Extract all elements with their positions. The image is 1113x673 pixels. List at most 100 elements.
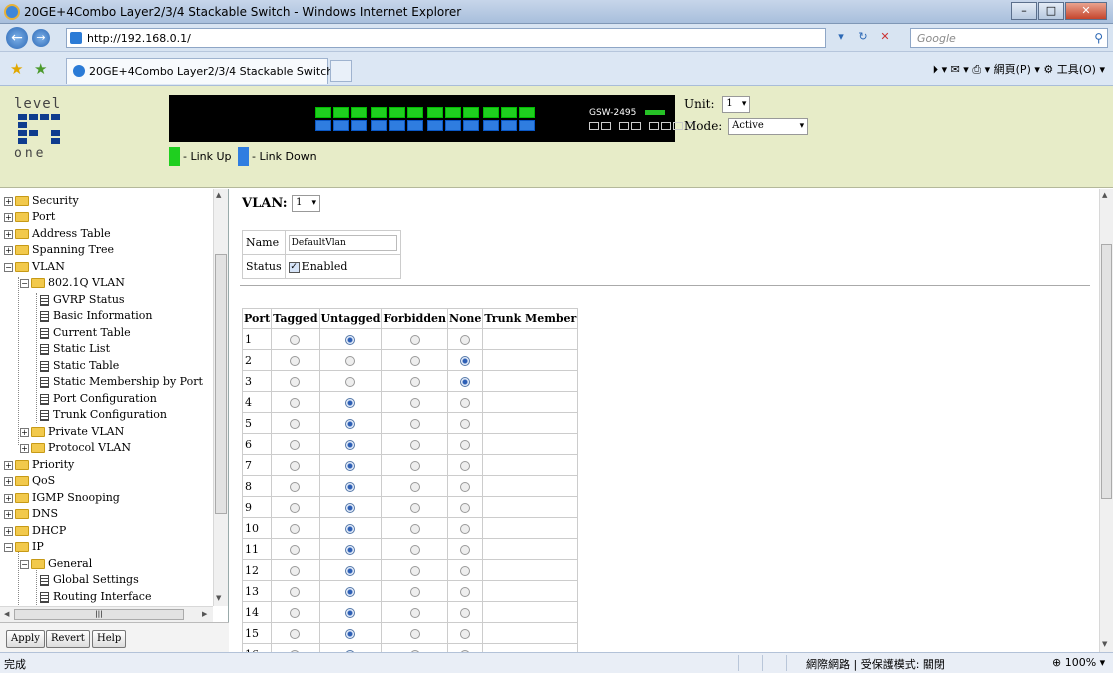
scroll-down-icon[interactable]: ▼ <box>216 594 221 602</box>
search-icon[interactable]: ⚲ <box>1094 31 1103 45</box>
security-zone[interactable]: 網際網路 | 受保護模式: 關閉 <box>806 656 945 672</box>
tagged-radio[interactable] <box>290 376 301 387</box>
tree-item-priority[interactable]: + Priority <box>4 457 74 473</box>
dropdown-icon[interactable]: ▾ <box>832 28 850 46</box>
tagged-radio[interactable] <box>290 565 301 576</box>
tagged-radio[interactable] <box>290 523 301 534</box>
vlan-name-input[interactable]: DefaultVlan <box>288 234 397 251</box>
forbidden-radio[interactable] <box>409 397 420 408</box>
none-radio[interactable] <box>460 544 471 555</box>
forbidden-radio[interactable] <box>409 502 420 513</box>
tree-item-dhcp[interactable]: + DHCP <box>4 523 66 539</box>
forbidden-radio[interactable] <box>409 586 420 597</box>
untagged-radio[interactable] <box>345 439 356 450</box>
forward-button[interactable]: → <box>32 29 50 47</box>
tree-item-ip[interactable]: − IP <box>4 539 44 555</box>
tagged-radio[interactable] <box>290 397 301 408</box>
tagged-radio[interactable] <box>290 628 301 639</box>
none-radio[interactable] <box>460 628 471 639</box>
tree-item-static-list[interactable]: Static List <box>40 341 110 357</box>
tree-horizontal-scrollbar[interactable]: ◀ ||| ▶ <box>0 606 213 622</box>
untagged-radio[interactable] <box>345 376 356 387</box>
favorites-star-icon[interactable]: ★ <box>10 60 23 78</box>
tab-switch[interactable]: 20GE+4Combo Layer2/3/4 Stackable Switch <box>66 58 333 84</box>
unit-select[interactable]: 1 ▾ <box>722 96 751 113</box>
tree-item-current-table[interactable]: Current Table <box>40 325 131 341</box>
help-button[interactable]: Help <box>92 630 127 648</box>
forbidden-radio[interactable] <box>409 418 420 429</box>
vlan-select[interactable]: 1 ▾ <box>292 195 321 212</box>
untagged-radio[interactable] <box>345 502 356 513</box>
tree-item-qos[interactable]: + QoS <box>4 473 55 489</box>
none-radio[interactable] <box>460 565 471 576</box>
tagged-radio[interactable] <box>290 439 301 450</box>
scroll-left-icon[interactable]: ◀ <box>4 610 9 618</box>
none-radio[interactable] <box>460 439 471 450</box>
scroll-thumb[interactable]: ||| <box>14 609 184 620</box>
back-button[interactable]: ← <box>6 27 28 49</box>
tagged-radio[interactable] <box>290 334 301 345</box>
tree-item-port-configuration[interactable]: Port Configuration <box>40 391 157 407</box>
tree-item-spanning-tree[interactable]: + Spanning Tree <box>4 242 114 258</box>
scroll-up-icon[interactable]: ▲ <box>216 191 221 199</box>
forbidden-radio[interactable] <box>409 355 420 366</box>
close-button[interactable]: ✕ <box>1065 2 1107 20</box>
none-radio[interactable] <box>460 397 471 408</box>
tree-item-trunk-configuration[interactable]: Trunk Configuration <box>40 407 167 423</box>
apply-button[interactable]: Apply <box>6 630 45 648</box>
tree-item-security[interactable]: + Security <box>4 193 79 209</box>
untagged-radio[interactable] <box>345 523 356 534</box>
none-radio[interactable] <box>460 460 471 471</box>
untagged-radio[interactable] <box>345 565 356 576</box>
tree-item-port[interactable]: + Port <box>4 209 55 225</box>
maximize-button[interactable]: □ <box>1038 2 1064 20</box>
tree-item-gvrp-status[interactable]: GVRP Status <box>40 292 125 308</box>
stop-icon[interactable]: ✕ <box>876 28 894 46</box>
tree-item-vlan[interactable]: − VLAN <box>4 259 65 275</box>
none-radio[interactable] <box>460 586 471 597</box>
tree-item-routing-interface[interactable]: Routing Interface <box>40 589 151 605</box>
forbidden-radio[interactable] <box>409 376 420 387</box>
untagged-radio[interactable] <box>345 586 356 597</box>
scroll-right-icon[interactable]: ▶ <box>202 610 207 618</box>
port-led[interactable] <box>315 107 331 118</box>
mode-select[interactable]: Active ▾ <box>728 118 809 135</box>
tree-item-igmp-snooping[interactable]: + IGMP Snooping <box>4 490 120 506</box>
forbidden-radio[interactable] <box>409 607 420 618</box>
minimize-button[interactable]: – <box>1011 2 1037 20</box>
none-radio[interactable] <box>460 523 471 534</box>
untagged-radio[interactable] <box>345 418 356 429</box>
command-bar[interactable]: ⏵ ▾ ✉ ▾ ⎙ ▾ 網頁(P) ▾ ⚙ 工具(O) ▾ <box>933 61 1105 77</box>
scroll-up-icon[interactable]: ▲ <box>1102 191 1107 199</box>
tagged-radio[interactable] <box>290 502 301 513</box>
tree-item-private-vlan[interactable]: + Private VLAN <box>20 424 124 440</box>
revert-button[interactable]: Revert <box>46 630 90 648</box>
add-favorite-icon[interactable]: ★ <box>34 60 47 78</box>
refresh-icon[interactable]: ↻ <box>854 28 872 46</box>
none-radio[interactable] <box>460 376 471 387</box>
tagged-radio[interactable] <box>290 481 301 492</box>
tagged-radio[interactable] <box>290 355 301 366</box>
forbidden-radio[interactable] <box>409 523 420 534</box>
tree-item-8021q-vlan[interactable]: −802.1Q VLAN <box>20 275 125 291</box>
forbidden-radio[interactable] <box>409 460 420 471</box>
scroll-down-icon[interactable]: ▼ <box>1102 640 1107 648</box>
tree-item-general[interactable]: − General <box>20 556 92 572</box>
none-radio[interactable] <box>460 607 471 618</box>
tree-item-protocol-vlan[interactable]: + Protocol VLAN <box>20 440 131 456</box>
search-input[interactable]: Google ⚲ <box>910 28 1108 48</box>
tagged-radio[interactable] <box>290 607 301 618</box>
new-tab-button[interactable] <box>330 60 352 82</box>
tree-item-dns[interactable]: + DNS <box>4 506 58 522</box>
forbidden-radio[interactable] <box>409 565 420 576</box>
scroll-thumb[interactable] <box>1101 244 1112 499</box>
tree-item-static-membership[interactable]: Static Membership by Port <box>40 374 203 390</box>
enabled-checkbox[interactable]: ✓ <box>288 261 300 273</box>
tagged-radio[interactable] <box>290 544 301 555</box>
none-radio[interactable] <box>460 502 471 513</box>
scroll-thumb[interactable] <box>215 254 227 514</box>
untagged-radio[interactable] <box>345 481 356 492</box>
untagged-radio[interactable] <box>345 544 356 555</box>
forbidden-radio[interactable] <box>409 439 420 450</box>
tree-item-global-settings[interactable]: Global Settings <box>40 572 139 588</box>
